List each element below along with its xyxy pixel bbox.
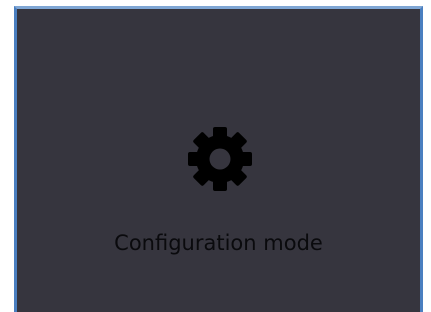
configuration-mode-label: Configuration mode (114, 231, 323, 255)
configuration-mode-panel: Configuration mode (14, 6, 423, 312)
gear-icon (188, 127, 252, 191)
